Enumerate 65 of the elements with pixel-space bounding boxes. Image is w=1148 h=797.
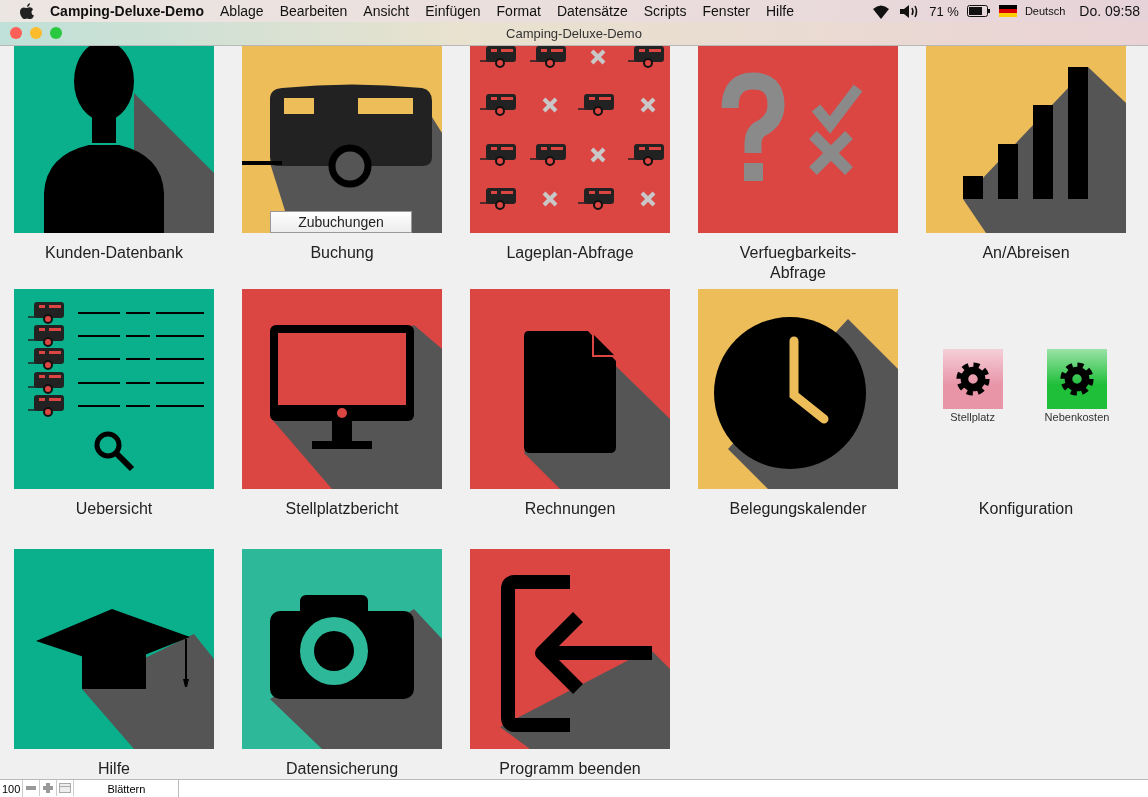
battery-icon[interactable] [966, 5, 991, 17]
tile-label: Uebersicht [75, 499, 153, 519]
menu-tile[interactable]: Zubuchungen [242, 46, 442, 233]
menu-tile[interactable] [242, 289, 442, 489]
menu-item[interactable]: Scripts [643, 3, 687, 19]
tile-label: An/Abreisen [982, 243, 1070, 263]
menu-item[interactable]: Hilfe [766, 3, 794, 19]
menu-tile[interactable] [242, 549, 442, 749]
graduation-cap-icon [36, 609, 214, 749]
german-flag-icon[interactable] [998, 5, 1017, 17]
tile-label: Rechnungen [524, 499, 616, 519]
menu-tile[interactable] [470, 46, 670, 233]
tile-label: Konfiguration [978, 499, 1074, 519]
menu-item[interactable]: Format [496, 3, 541, 19]
window-title: Camping-Deluxe-Demo [506, 26, 642, 41]
bar-chart-icon [963, 67, 1126, 233]
menu-clock[interactable]: Do. 09:58 [1079, 3, 1140, 19]
tile-label: Hilfe [98, 759, 130, 779]
mode-selector[interactable]: Blättern [74, 780, 180, 797]
app-menu[interactable]: Camping-Deluxe-Demo [50, 3, 205, 19]
person-silhouette-icon [44, 46, 214, 233]
question-check-cross-icon [721, 72, 863, 181]
menu-tile[interactable] [14, 46, 214, 233]
gear-icon [1058, 360, 1096, 398]
clock-icon [714, 317, 898, 489]
menu-tile[interactable] [14, 549, 214, 749]
menu-tile[interactable] [470, 289, 670, 489]
menu-item[interactable]: Einfügen [425, 3, 481, 19]
tile-label: Stellplatzbericht [285, 499, 399, 519]
zoom-in-icon[interactable] [40, 780, 58, 796]
battery-percentage: 71 % [929, 3, 959, 19]
zoom-level[interactable]: 100 [0, 780, 24, 797]
tile-label: Kunden-Datenbank [45, 243, 183, 263]
menu-item[interactable]: Datensätze [556, 3, 628, 19]
menu-item[interactable]: Bearbeiten [279, 3, 348, 19]
menu-tile[interactable] [698, 289, 898, 489]
wifi-icon[interactable] [871, 3, 892, 19]
menu-item[interactable]: Fenster [702, 3, 750, 19]
list-search-icon [27, 302, 205, 472]
tile-label: Verfuegbarkeits- Abfrage [739, 243, 857, 283]
gear-icon [953, 360, 992, 398]
zoom-out-icon[interactable] [23, 780, 41, 796]
tile-label: Lageplan-Abfrage [506, 243, 634, 263]
tile-label: Programm beenden [499, 759, 641, 779]
menu-tile[interactable] [698, 46, 898, 233]
input-source-label[interactable]: Deutsch [1024, 5, 1066, 17]
camera-icon [270, 595, 442, 749]
menu-tile[interactable] [470, 549, 670, 749]
tile-label: Buchung [310, 243, 374, 263]
menu-tile[interactable] [926, 46, 1126, 233]
settings-button[interactable] [1047, 349, 1107, 409]
apple-logo-icon [20, 3, 34, 19]
menu-item[interactable]: Ablage [220, 3, 264, 19]
add-booking-button[interactable]: Zubuchungen [270, 211, 412, 233]
toolbar-toggle-icon[interactable] [57, 780, 75, 796]
tile-label: Belegungskalender [729, 499, 867, 519]
monitor-icon [270, 325, 442, 489]
menu-tile[interactable] [14, 289, 214, 489]
settings-button[interactable] [942, 349, 1003, 409]
settings-label: Stellplatz [950, 411, 995, 423]
document-icon [524, 331, 670, 489]
exit-door-arrow-icon [500, 575, 670, 749]
settings-label: Nebenkosten [1044, 411, 1110, 423]
tile-label: Datensicherung [285, 759, 399, 779]
menu-item[interactable]: Ansicht [363, 3, 410, 19]
